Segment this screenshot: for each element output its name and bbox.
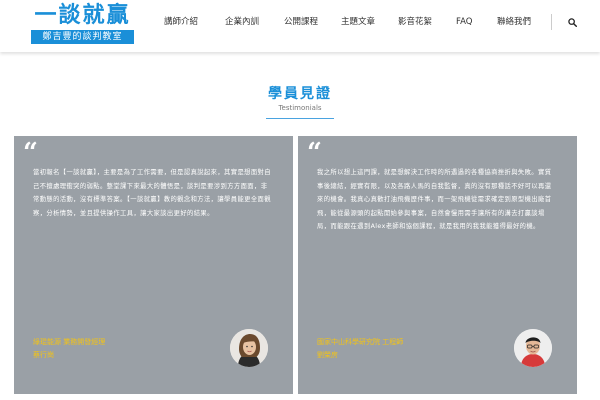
testimonial-name: 蔡行崗 — [33, 351, 54, 359]
nav-item-instructor[interactable]: 講師介紹 — [164, 14, 198, 30]
testimonial-text: 我之所以想上這門課，就是想解決工作時的所遇過的各種協商挫折與失敗。實質事後總結，… — [317, 169, 552, 230]
nav-item-articles[interactable]: 主題文章 — [341, 14, 375, 30]
nav-item-corporate-training[interactable]: 企業內訓 — [225, 14, 259, 30]
avatar — [514, 329, 552, 367]
nav-item-public-courses[interactable]: 公開課程 — [284, 14, 318, 30]
quote-icon: “ — [307, 138, 322, 168]
testimonial-author: 國家中山科學研究院 工程師 劉榮房 — [317, 336, 403, 362]
testimonial-card: “ 我之所以想上這門課，就是想解決工作時的所遇過的各種協商挫折與失敗。實質事後總… — [298, 136, 577, 394]
testimonial-name: 劉榮房 — [317, 351, 338, 359]
logo-subtitle: 鄭吉豐的談判教室 — [31, 30, 134, 44]
nav-divider — [551, 14, 552, 30]
section-title: 學員見證 — [268, 86, 332, 102]
testimonial-text: 當初報名【一談就贏】，主要是為了工作需要，但是認真說起來，其實是想面對自己不擅處… — [33, 169, 271, 217]
avatar — [230, 329, 268, 367]
nav-item-videos[interactable]: 影音花絮 — [398, 14, 432, 30]
testimonials-section: 學員見證 Testimonials “ 當初報名【一談就贏】，主要是為了工作需要… — [0, 52, 600, 400]
quote-icon: “ — [23, 138, 38, 168]
nav-item-faq[interactable]: FAQ — [456, 14, 472, 30]
testimonial-company: 綠琨能源 業務開發經理 — [33, 338, 106, 346]
testimonial-author: 綠琨能源 業務開發經理 蔡行崗 — [33, 336, 105, 362]
section-heading: 學員見證 Testimonials — [0, 85, 600, 113]
nav-item-contact[interactable]: 聯絡我們 — [497, 14, 531, 30]
testimonial-card: “ 當初報名【一談就贏】，主要是為了工作需要，但是認真說起來，其實是想面對自己不… — [14, 136, 293, 394]
heading-underline — [266, 118, 334, 119]
section-subtitle: Testimonials — [278, 104, 322, 112]
site-header: 一談就贏 鄭吉豐的談判教室 講師介紹 企業內訓 公開課程 主題文章 影音花絮 F… — [0, 0, 600, 52]
search-icon[interactable] — [568, 18, 577, 27]
site-logo[interactable]: 一談就贏 鄭吉豐的談判教室 — [31, 4, 134, 44]
testimonial-company: 國家中山科學研究院 工程師 — [317, 338, 404, 346]
logo-title: 一談就贏 — [34, 3, 131, 28]
